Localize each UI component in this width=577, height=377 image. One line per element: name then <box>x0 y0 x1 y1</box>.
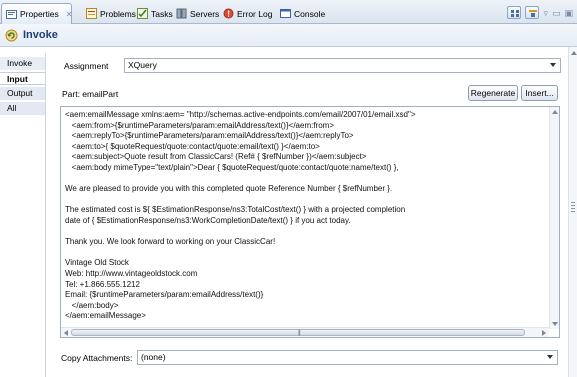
scroll-up-icon[interactable] <box>571 51 577 55</box>
code-line: <aem:to>{ $quoteRequest/quote:contact/qu… <box>65 141 320 151</box>
tab-tasks[interactable]: Tasks <box>133 3 177 24</box>
servers-icon <box>176 8 187 19</box>
scrollbar-thumb[interactable]: ||| <box>71 329 525 336</box>
tasks-icon <box>137 8 148 19</box>
invoke-icon <box>5 29 18 42</box>
grip-icon <box>571 202 575 214</box>
code-text[interactable]: <aem:emailMessage xmlns:aem= "http://sch… <box>65 110 543 322</box>
code-line: Tel: +1.866.555.1212 <box>65 279 140 289</box>
property-sections-nav: Invoke Input Output All <box>0 53 46 377</box>
editor-horizontal-scrollbar[interactable]: ||| <box>61 327 549 337</box>
tab-label: Console <box>294 8 326 19</box>
insert-button[interactable]: Insert... <box>521 85 558 101</box>
copy-attachments-value: (none) <box>141 352 166 362</box>
tab-error-log[interactable]: Error Log <box>219 3 276 24</box>
editor-vertical-scrollbar[interactable] <box>549 107 559 329</box>
grid-icon <box>511 10 520 17</box>
code-line: Email: {$runtimeParameters/param:emailAd… <box>65 290 264 300</box>
code-line: <aem:subject>Quote result from ClassicCa… <box>65 152 367 162</box>
code-line: <aem:replyTo>{$runtimeParameters/param:e… <box>65 131 354 141</box>
filter-icon <box>529 10 538 17</box>
nav-item-all[interactable]: All <box>0 102 45 115</box>
assignment-label: Assignment <box>64 60 109 71</box>
regenerate-button[interactable]: Regenerate <box>468 85 518 101</box>
code-line: <aem:emailMessage xmlns:aem= "http://sch… <box>65 110 416 119</box>
copy-attachments-select[interactable]: (none) <box>137 350 558 365</box>
code-line: <aem:body mimeType="text/plain">Dear { $… <box>65 162 399 172</box>
problems-icon <box>86 8 97 19</box>
tab-problems[interactable]: Problems <box>82 3 140 24</box>
panel-title-bar: Invoke <box>0 24 577 47</box>
scroll-right-icon[interactable] <box>542 330 546 336</box>
scroll-left-icon[interactable] <box>64 330 68 336</box>
scroll-down-icon[interactable] <box>552 322 558 326</box>
tab-label: Servers <box>190 8 220 19</box>
grip-icon: ||| <box>298 330 301 336</box>
assignment-row: Assignment XQuery <box>64 58 561 73</box>
view-toolbar: ▿ ▭ ▣ <box>507 6 573 19</box>
tab-label: Tasks <box>151 8 173 19</box>
console-icon <box>280 8 291 19</box>
panel-title: Invoke <box>23 29 58 41</box>
minimize-icon[interactable]: ▭ <box>552 7 561 19</box>
part-label: Part: emailPart <box>62 89 119 99</box>
code-line: Vintage Old Stock <box>65 258 129 268</box>
code-line: <aem:from>{$runtimeParameters/param:emai… <box>65 120 334 130</box>
tab-servers[interactable]: Servers <box>172 3 223 24</box>
copy-attachments-row: Copy Attachments: (none) <box>61 350 558 365</box>
nav-item-output[interactable]: Output <box>0 87 45 100</box>
tab-label: Error Log <box>237 8 273 19</box>
code-line: We are pleased to provide you with this … <box>65 184 393 194</box>
code-line: Thank you. We look forward to working on… <box>65 237 276 247</box>
copy-attachments-label: Copy Attachments: <box>61 352 133 363</box>
maximize-icon[interactable]: ▣ <box>564 7 573 19</box>
panel-vertical-scrollbar[interactable] <box>568 47 577 377</box>
scroll-up-icon[interactable] <box>552 110 558 114</box>
code-line: </aem:emailMessage> <box>65 311 146 321</box>
nav-item-input[interactable]: Input <box>0 72 45 85</box>
assignment-value: XQuery <box>128 60 157 70</box>
properties-icon <box>6 9 17 20</box>
code-line: Web: http://www.vintageoldstock.com <box>65 268 198 278</box>
pin-view-button[interactable] <box>507 6 522 19</box>
assignment-select[interactable]: XQuery <box>124 58 561 73</box>
tab-console[interactable]: Console <box>276 3 329 24</box>
chevron-down-icon <box>547 355 553 359</box>
view-tab-bar: Properties ✕ Problems Tasks Servers Erro… <box>0 0 577 24</box>
chevron-down-icon <box>550 63 556 67</box>
code-line: The estimated cost is ${ $EstimationResp… <box>65 205 406 215</box>
tab-label: Problems <box>100 8 136 19</box>
code-line: </aem:body> <box>65 300 119 310</box>
filter-button[interactable] <box>525 6 540 19</box>
view-menu-icon[interactable]: ▿ <box>543 7 548 19</box>
tab-label: Properties <box>20 9 59 19</box>
code-line: date of { $EstimationResponse/ns3:WorkCo… <box>65 215 351 225</box>
nav-item-invoke[interactable]: Invoke <box>0 57 45 70</box>
error-log-icon <box>223 8 234 19</box>
tab-properties[interactable]: Properties ✕ <box>1 3 72 24</box>
close-icon[interactable]: ✕ <box>66 10 73 19</box>
xquery-editor[interactable]: <aem:emailMessage xmlns:aem= "http://sch… <box>60 106 560 338</box>
